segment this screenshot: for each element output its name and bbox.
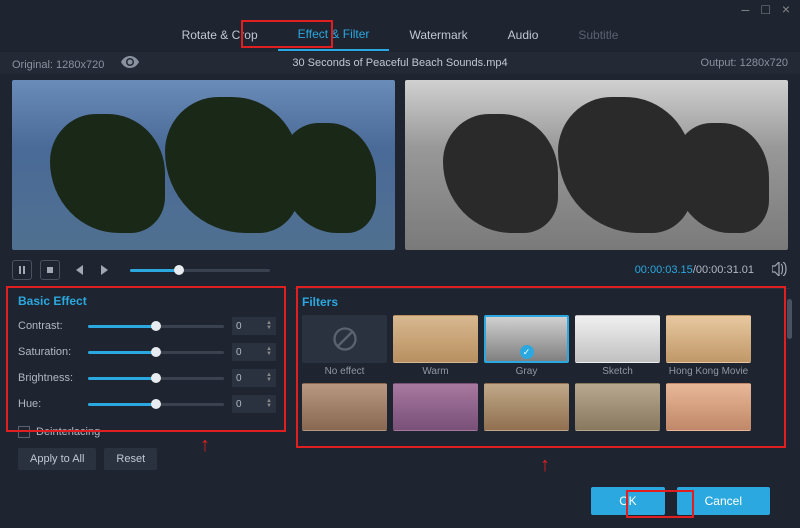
hue-slider[interactable] — [88, 403, 224, 406]
filters-scrollbar[interactable] — [787, 299, 792, 339]
reset-button[interactable]: Reset — [104, 448, 157, 470]
tab-effect-filter[interactable]: Effect & Filter — [278, 19, 390, 51]
tab-audio[interactable]: Audio — [488, 20, 559, 50]
tabstrip: Rotate & Crop Effect & Filter Watermark … — [0, 18, 800, 52]
volume-icon[interactable] — [772, 262, 788, 279]
preview-eye-icon[interactable] — [121, 59, 139, 71]
filters-panel: Filters No effect Warm ✓Gray Sketch Hong… — [294, 288, 790, 476]
saturation-label: Saturation: — [18, 346, 80, 358]
tab-rotate-crop[interactable]: Rotate & Crop — [162, 20, 278, 50]
filter-gray[interactable]: ✓Gray — [484, 315, 569, 377]
saturation-slider[interactable] — [88, 351, 224, 354]
prev-frame-button[interactable] — [68, 260, 88, 280]
filter-item[interactable] — [393, 383, 478, 445]
close-button[interactable]: × — [782, 1, 790, 17]
cancel-button[interactable]: Cancel — [677, 487, 770, 515]
basic-effect-title: Basic Effect — [18, 294, 276, 308]
filter-hong-kong-movie[interactable]: Hong Kong Movie — [666, 315, 751, 377]
saturation-value[interactable]: 0▲▼ — [232, 343, 276, 361]
tab-subtitle[interactable]: Subtitle — [558, 20, 638, 50]
pause-button[interactable] — [12, 260, 32, 280]
deinterlacing-checkbox[interactable]: Deinterlacing — [18, 426, 276, 438]
filename: 30 Seconds of Peaceful Beach Sounds.mp4 — [292, 57, 507, 69]
maximize-button[interactable]: □ — [761, 1, 769, 17]
ok-button[interactable]: OK — [591, 487, 664, 515]
stop-button[interactable] — [40, 260, 60, 280]
preview-output — [405, 80, 788, 250]
infobar: Original: 1280x720 30 Seconds of Peacefu… — [0, 52, 800, 74]
seek-slider[interactable] — [130, 269, 270, 272]
brightness-label: Brightness: — [18, 372, 80, 384]
filters-title: Filters — [302, 295, 782, 309]
hue-value[interactable]: 0▲▼ — [232, 395, 276, 413]
timecode: 00:00:03.15/00:00:31.01 — [635, 264, 754, 276]
output-resolution: Output: 1280x720 — [701, 57, 788, 69]
tab-watermark[interactable]: Watermark — [389, 20, 487, 50]
brightness-value[interactable]: 0▲▼ — [232, 369, 276, 387]
filter-item[interactable] — [484, 383, 569, 445]
apply-to-all-button[interactable]: Apply to All — [18, 448, 96, 470]
next-frame-button[interactable] — [96, 260, 116, 280]
contrast-slider[interactable] — [88, 325, 224, 328]
filter-no-effect[interactable]: No effect — [302, 315, 387, 377]
brightness-slider[interactable] — [88, 377, 224, 380]
filter-sketch[interactable]: Sketch — [575, 315, 660, 377]
original-resolution: Original: 1280x720 — [12, 59, 104, 71]
filter-item[interactable] — [575, 383, 660, 445]
filter-warm[interactable]: Warm — [393, 315, 478, 377]
minimize-button[interactable]: – — [742, 1, 750, 17]
filter-item[interactable] — [666, 383, 751, 445]
preview-original — [12, 80, 395, 250]
hue-label: Hue: — [18, 398, 80, 410]
basic-effect-panel: Basic Effect Contrast: 0▲▼ Saturation: 0… — [10, 288, 284, 476]
contrast-label: Contrast: — [18, 320, 80, 332]
contrast-value[interactable]: 0▲▼ — [232, 317, 276, 335]
filter-item[interactable] — [302, 383, 387, 445]
